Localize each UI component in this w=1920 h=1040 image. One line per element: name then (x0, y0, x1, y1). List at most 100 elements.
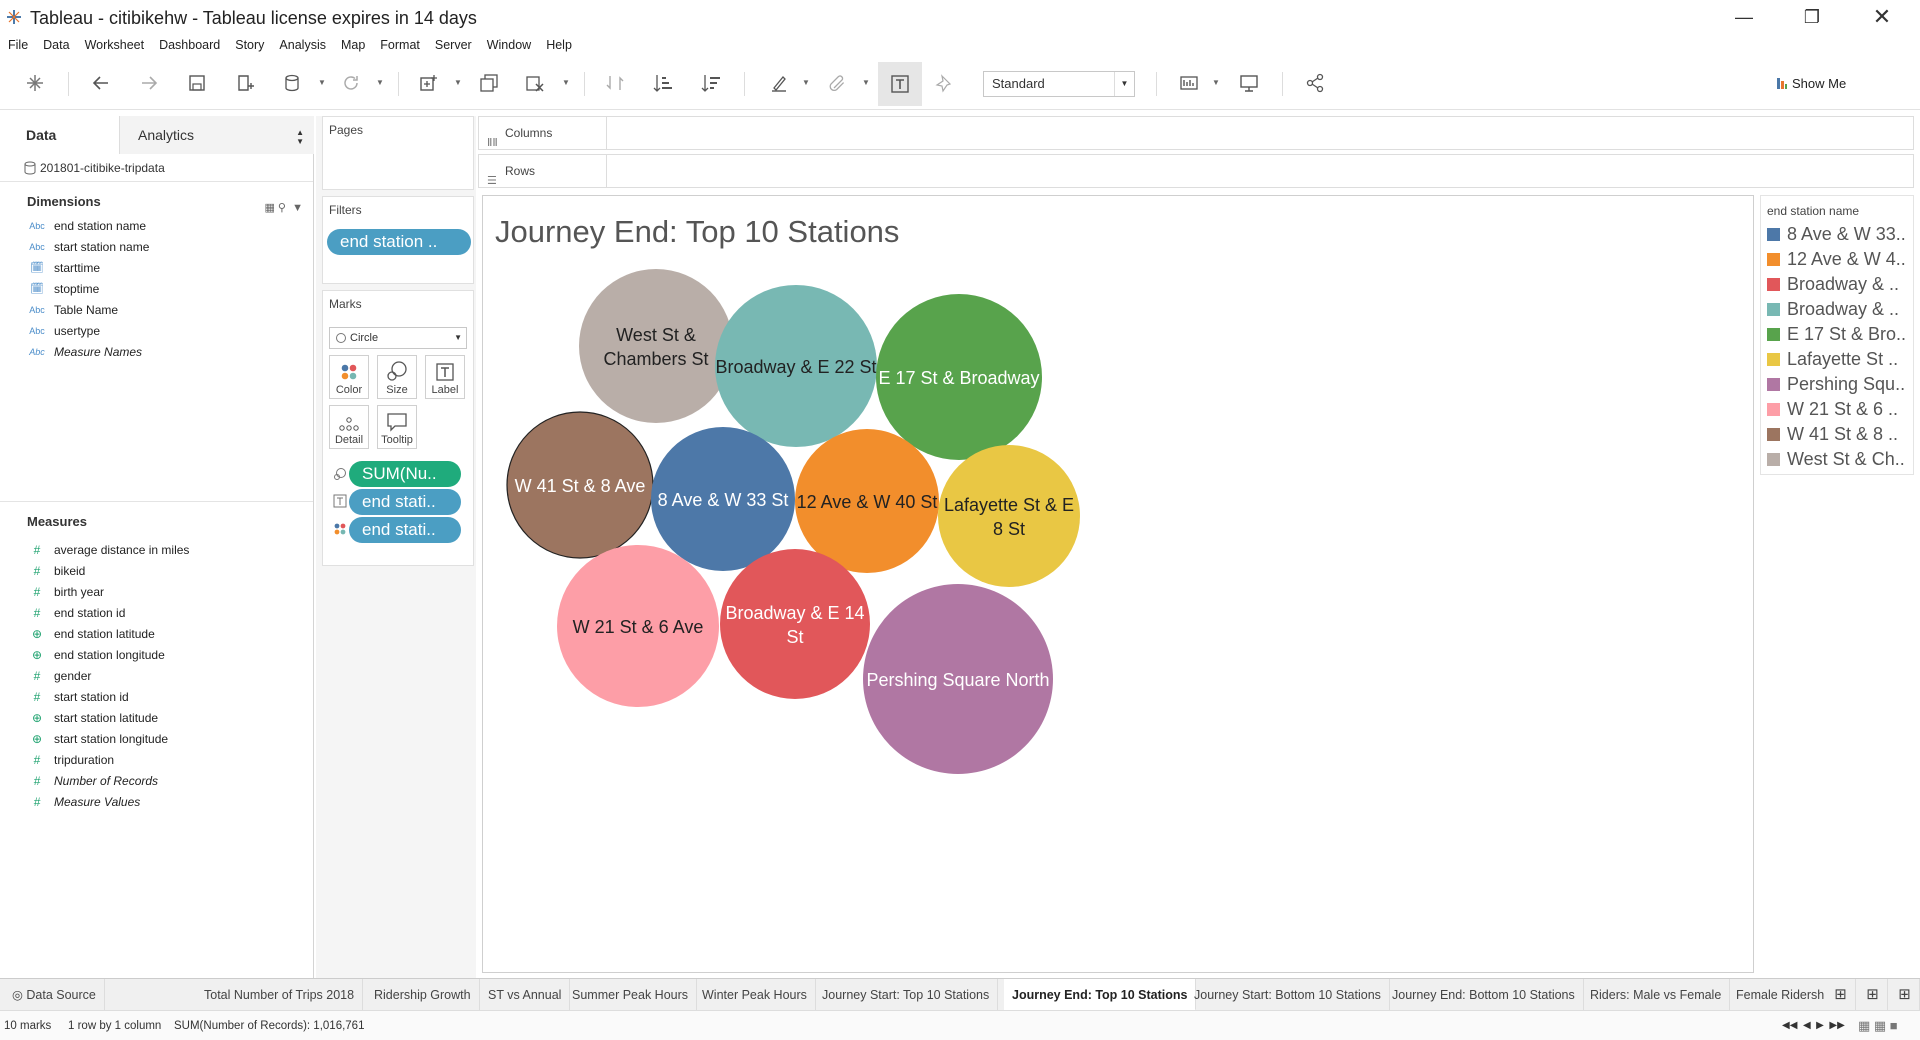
caret-icon[interactable]: ▼ (1212, 78, 1220, 87)
field-item[interactable]: # average distance in miles (0, 540, 313, 561)
highlight-icon[interactable] (764, 68, 794, 98)
menu-server[interactable]: Server (435, 34, 472, 56)
columns-shelf[interactable]: ⅡⅡ Columns (478, 116, 1914, 150)
label-pill[interactable]: end stati.. (349, 489, 461, 515)
menu-analysis[interactable]: Analysis (279, 34, 326, 56)
field-item[interactable]: ⊕ end station longitude (0, 645, 313, 666)
field-item[interactable]: Abc Measure Names (0, 342, 313, 363)
sheet-tab[interactable]: Journey Start: Top 10 Stations (814, 979, 999, 1011)
caret-icon[interactable]: ▼ (862, 78, 870, 87)
sheet-tab[interactable]: Female Ridershi (1728, 979, 1824, 1011)
field-item[interactable]: # birth year (0, 582, 313, 603)
bubble-circle[interactable] (720, 549, 870, 699)
viz-canvas[interactable]: Journey End: Top 10 Stations West St & Ch… (482, 195, 1754, 973)
sort-ascending-icon[interactable] (648, 68, 678, 98)
minimize-button[interactable]: — (1714, 0, 1774, 34)
field-item[interactable]: Abc start station name (0, 237, 313, 258)
bubble-mark[interactable]: W 41 St & 8 Ave (506, 411, 654, 559)
field-item[interactable]: # Number of Records (0, 771, 313, 792)
color-button[interactable]: Color (329, 355, 369, 399)
bubble-mark[interactable]: 8 Ave & W 33 St (651, 427, 795, 571)
filters-card[interactable]: Filters end station .. (322, 196, 474, 284)
menu-story[interactable]: Story (235, 34, 264, 56)
pause-updates-icon[interactable] (278, 68, 308, 98)
size-button[interactable]: Size (377, 355, 417, 399)
caret-icon[interactable]: ▼ (802, 78, 810, 87)
sheet-tab[interactable]: Journey End: Top 10 Stations (1004, 979, 1197, 1011)
fix-axes-icon[interactable] (930, 68, 960, 98)
field-item[interactable]: # gender (0, 666, 313, 687)
sort-descending-icon[interactable] (696, 68, 726, 98)
color-pill[interactable]: end stati.. (349, 517, 461, 543)
field-item[interactable]: Abc Table Name (0, 300, 313, 321)
tab-data[interactable]: Data (0, 116, 120, 154)
rows-shelf[interactable]: ☰ Rows (478, 154, 1914, 188)
fit-select[interactable]: Standard ▼ (983, 71, 1135, 97)
sheet-tab[interactable]: Journey End: Bottom 10 Stations (1384, 979, 1584, 1011)
field-item[interactable]: ⊕ end station latitude (0, 624, 313, 645)
save-icon[interactable] (182, 68, 212, 98)
tab-analytics[interactable]: Analytics ▲ ▼ (120, 116, 314, 154)
bubble-circle[interactable] (938, 445, 1080, 587)
cards-icon[interactable] (1174, 68, 1204, 98)
menu-format[interactable]: Format (380, 34, 420, 56)
refresh-icon[interactable] (336, 68, 366, 98)
legend-item[interactable]: 12 Ave & W 4.. (1761, 247, 1913, 272)
size-pill[interactable]: SUM(Nu.. (349, 461, 461, 487)
legend-item[interactable]: E 17 St & Bro.. (1761, 322, 1913, 347)
bubble-circle[interactable] (579, 269, 733, 423)
swap-rows-columns-icon[interactable] (600, 68, 630, 98)
sheet-tab[interactable]: Ridership Growth (366, 979, 480, 1011)
redo-icon[interactable] (134, 68, 164, 98)
field-item[interactable]: # end station id (0, 603, 313, 624)
new-worksheet-icon[interactable] (414, 68, 444, 98)
caret-icon[interactable]: ▼ (318, 78, 326, 87)
undo-icon[interactable] (86, 68, 116, 98)
field-item[interactable]: ⊕ start station latitude (0, 708, 313, 729)
show-mark-labels-icon[interactable] (878, 62, 922, 106)
sheet-tab[interactable]: Total Number of Trips 2018 (196, 979, 364, 1011)
bubble-mark[interactable]: West St & Chambers St (579, 269, 733, 423)
datasource-item[interactable]: 201801-citibike-tripdata (0, 154, 313, 182)
field-item[interactable]: # bikeid (0, 561, 313, 582)
sheet-tab[interactable]: Winter Peak Hours (694, 979, 816, 1011)
tooltip-button[interactable]: Tooltip (377, 405, 417, 449)
bubble-mark[interactable]: 12 Ave & W 40 St (795, 429, 939, 573)
tableau-home-icon[interactable] (20, 68, 50, 98)
bubble-mark[interactable]: Broadway & E 14 St (720, 549, 870, 699)
label-button[interactable]: Label (425, 355, 465, 399)
caret-icon[interactable]: ▼ (454, 78, 462, 87)
group-members-icon[interactable] (822, 68, 852, 98)
legend-item[interactable]: W 21 St & 6 .. (1761, 397, 1913, 422)
field-item[interactable]: # start station id (0, 687, 313, 708)
sheet-tab[interactable]: Journey Start: Bottom 10 Stations (1186, 979, 1390, 1011)
bubble-mark[interactable]: Broadway & E 22 St (715, 285, 877, 447)
menu-dashboard[interactable]: Dashboard (159, 34, 220, 56)
menu-map[interactable]: Map (341, 34, 365, 56)
menu-window[interactable]: Window (487, 34, 531, 56)
tab-data-source[interactable]: ◎ Data Source (4, 979, 105, 1011)
sheet-tab[interactable]: Summer Peak Hours (564, 979, 698, 1011)
presentation-mode-icon[interactable] (1234, 68, 1264, 98)
clear-sheet-icon[interactable] (520, 68, 550, 98)
menu-help[interactable]: Help (546, 34, 572, 56)
legend-item[interactable]: Lafayette St .. (1761, 347, 1913, 372)
legend-item[interactable]: Pershing Squ.. (1761, 372, 1913, 397)
sheet-tab[interactable]: Riders: Male vs Female (1582, 979, 1731, 1011)
bubble-chart[interactable]: West St & Chambers St Broadway & E 22 StE … (483, 196, 1753, 972)
legend-item[interactable]: Broadway & .. (1761, 272, 1913, 297)
legend-item[interactable]: W 41 St & 8 .. (1761, 422, 1913, 447)
bubble-mark[interactable]: W 21 St & 6 Ave (557, 545, 719, 707)
legend-item[interactable]: West St & Ch.. (1761, 447, 1913, 472)
bubble-mark[interactable]: Pershing Square North (863, 584, 1053, 774)
close-button[interactable]: ✕ (1852, 0, 1912, 34)
pages-card[interactable]: Pages (322, 116, 474, 190)
field-item[interactable]: Abc usertype (0, 321, 313, 342)
menu-data[interactable]: Data (43, 34, 69, 56)
new-dashboard-tab-icon[interactable]: ⊞ (1858, 979, 1888, 1011)
field-item[interactable]: # tripduration (0, 750, 313, 771)
menu-file[interactable]: File (8, 34, 28, 56)
bubble-mark[interactable]: E 17 St & Broadway (876, 294, 1042, 460)
sheet-navigation-icon[interactable]: ◀◀ ◀ ▶ ▶▶ (1782, 1011, 1845, 1040)
caret-icon[interactable]: ▼ (376, 78, 384, 87)
